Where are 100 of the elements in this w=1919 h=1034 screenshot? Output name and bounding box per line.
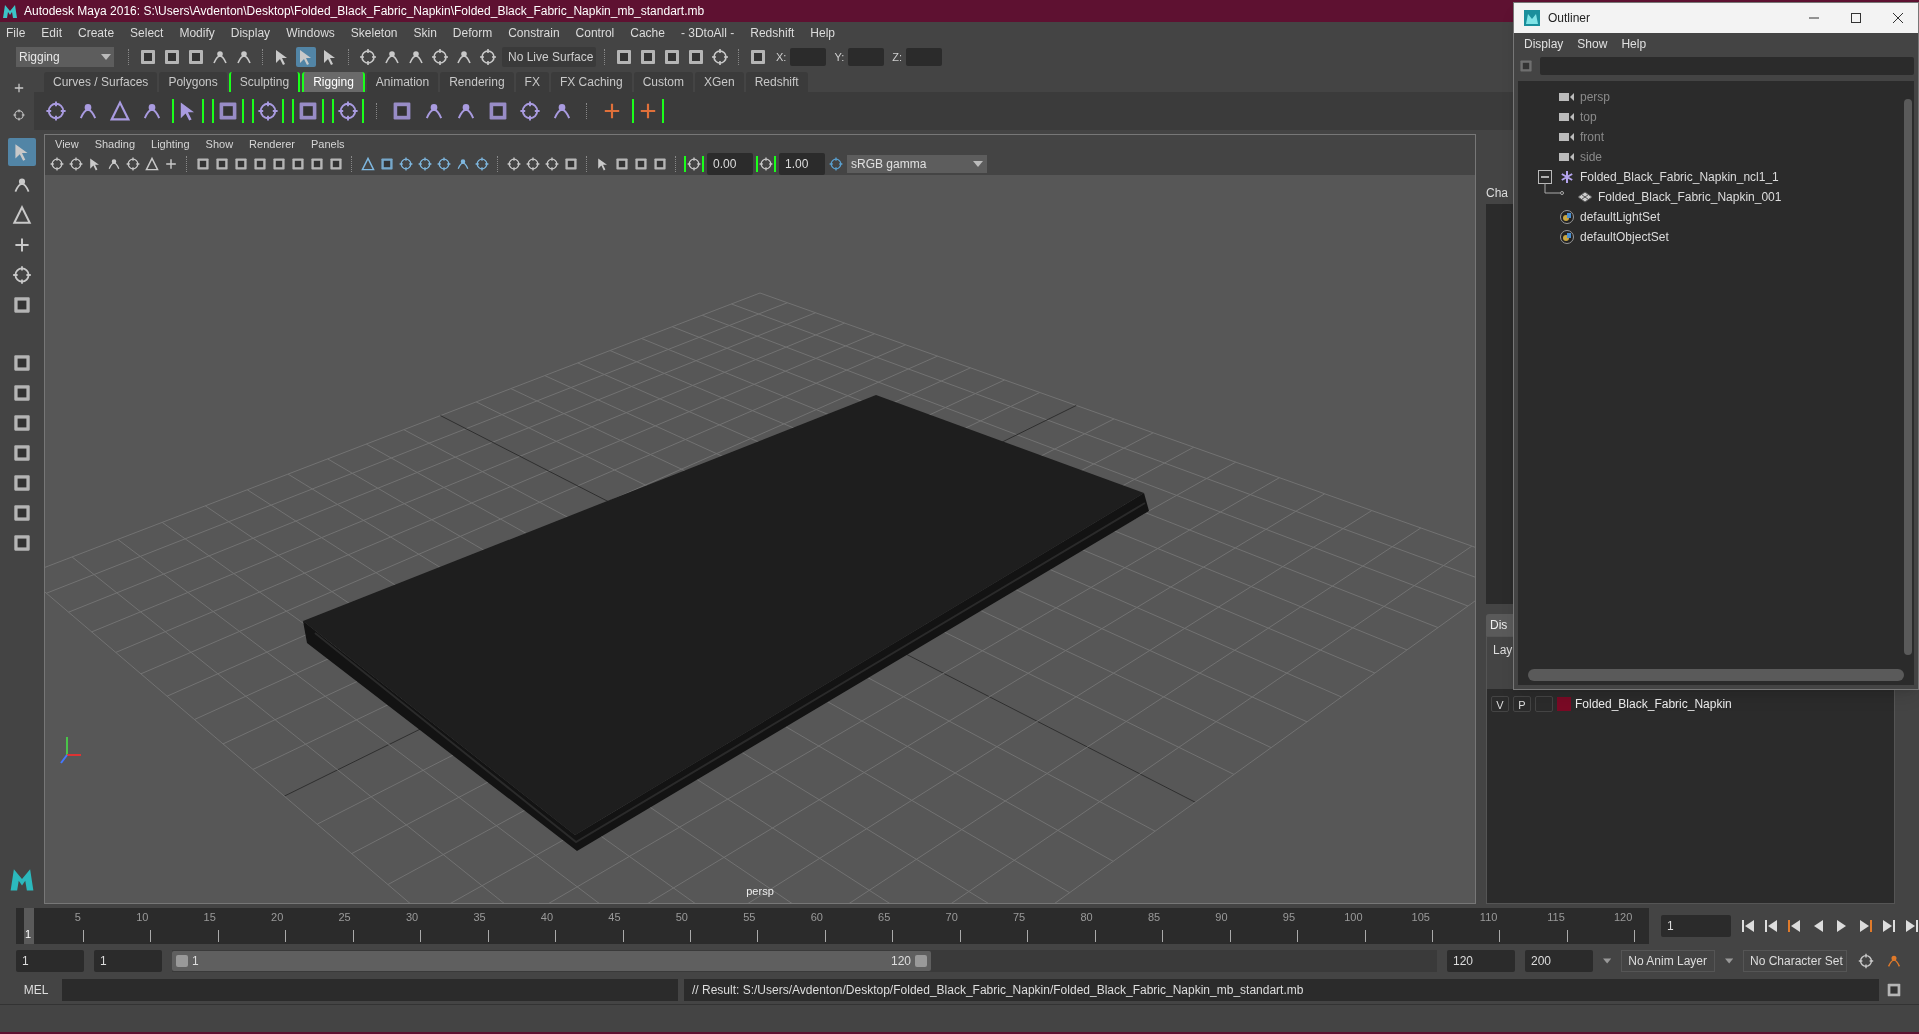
camera-tool-icon[interactable] bbox=[163, 156, 179, 172]
shading-icon[interactable] bbox=[379, 156, 395, 172]
menu-item[interactable]: Control bbox=[575, 24, 615, 42]
color-space-dropdown[interactable]: sRGB gamma bbox=[847, 155, 987, 173]
shelf-tab[interactable]: FX Caching bbox=[550, 72, 632, 92]
view-toggle-icon[interactable] bbox=[214, 156, 230, 172]
outliner-item[interactable]: Folded_Black_Fabric_Napkin_001 bbox=[1598, 188, 1782, 206]
playhead[interactable] bbox=[24, 908, 34, 944]
menu-item[interactable]: Display bbox=[1524, 35, 1564, 53]
view-toggle-icon[interactable] bbox=[271, 156, 287, 172]
viewport-menu[interactable]: Renderer bbox=[249, 135, 295, 153]
layout-icon[interactable] bbox=[11, 532, 33, 554]
menu-item[interactable]: Help bbox=[810, 24, 835, 42]
display-icon[interactable] bbox=[506, 156, 522, 172]
caret-icon[interactable] bbox=[1603, 958, 1612, 964]
shelf-tool-icon[interactable] bbox=[256, 99, 280, 123]
viewport-menu[interactable]: Lighting bbox=[151, 135, 190, 153]
gamma-field[interactable]: 1.00 bbox=[779, 153, 825, 175]
menu-item[interactable]: Skin bbox=[413, 24, 437, 42]
search-field[interactable] bbox=[1540, 57, 1914, 75]
exposure-field[interactable]: 0.00 bbox=[707, 153, 753, 175]
menu-item[interactable]: Cache bbox=[630, 24, 665, 42]
shading-icon[interactable] bbox=[474, 156, 490, 172]
viewport-menu[interactable]: Shading bbox=[94, 135, 136, 153]
shading-icon[interactable] bbox=[360, 156, 376, 172]
channel-box-tab[interactable]: Cha bbox=[1486, 184, 1508, 204]
outliner-item[interactable]: defaultObjectSet bbox=[1580, 228, 1669, 246]
command-input[interactable] bbox=[62, 979, 678, 1001]
transform-tool-icon[interactable] bbox=[11, 204, 33, 226]
menu-item[interactable]: Display bbox=[230, 24, 271, 42]
tool-icon[interactable] bbox=[138, 47, 158, 67]
layout-icon[interactable] bbox=[11, 502, 33, 524]
end-frame-field[interactable]: 200 bbox=[1525, 950, 1593, 972]
visibility-toggle[interactable]: V bbox=[1491, 696, 1509, 712]
horizontal-scrollbar[interactable] bbox=[1528, 669, 1904, 681]
display-icon[interactable] bbox=[544, 156, 560, 172]
coordinate-field[interactable] bbox=[790, 48, 827, 66]
camera-tool-icon[interactable] bbox=[106, 156, 122, 172]
layout-icon[interactable] bbox=[11, 442, 33, 464]
shelf-tab[interactable]: Redshift bbox=[745, 72, 808, 92]
shelf-tool-icon[interactable] bbox=[518, 99, 542, 123]
viewport-menu[interactable]: Show bbox=[205, 135, 234, 153]
camera-tool-icon[interactable] bbox=[125, 156, 141, 172]
layout-icon[interactable] bbox=[11, 412, 33, 434]
isolate-icon[interactable] bbox=[633, 156, 649, 172]
view-toggle-icon[interactable] bbox=[290, 156, 306, 172]
display-tab[interactable]: Dis bbox=[1486, 614, 1513, 636]
range-handle[interactable] bbox=[176, 955, 188, 967]
menu-item[interactable]: File bbox=[6, 24, 26, 42]
caret-icon[interactable] bbox=[1724, 958, 1733, 964]
tool-icon[interactable] bbox=[478, 47, 498, 67]
viewport[interactable]: persp bbox=[45, 175, 1475, 903]
menu-item[interactable]: Windows bbox=[286, 24, 335, 42]
collapse-icon[interactable] bbox=[1538, 170, 1552, 184]
view-toggle-icon[interactable] bbox=[252, 156, 268, 172]
camera-tool-icon[interactable] bbox=[144, 156, 160, 172]
viewport-menu[interactable]: View bbox=[55, 135, 79, 153]
view-toggle-icon[interactable] bbox=[328, 156, 344, 172]
character-set-dropdown[interactable]: No Character Set bbox=[1743, 950, 1847, 972]
isolate-icon[interactable] bbox=[614, 156, 630, 172]
view-toggle-icon[interactable] bbox=[309, 156, 325, 172]
layout-icon[interactable] bbox=[11, 382, 33, 404]
viewport-menu[interactable]: Panels bbox=[310, 135, 345, 153]
playback-end-field[interactable]: 120 bbox=[1447, 950, 1515, 972]
layer-name[interactable]: Folded_Black_Fabric_Napkin bbox=[1575, 695, 1732, 713]
shelf-tab[interactable]: Custom bbox=[633, 72, 693, 92]
tool-icon[interactable] bbox=[710, 47, 730, 67]
tool-icon[interactable] bbox=[162, 47, 182, 67]
menu-item[interactable]: - 3DtoAll - bbox=[680, 24, 735, 42]
start-frame-field[interactable]: 1 bbox=[16, 950, 84, 972]
transform-tool-icon[interactable] bbox=[11, 264, 33, 286]
time-slider[interactable]: 1 5 10 15 20 25 30 35 40 45 50 55 60 65 70 75 80 85 90 95 100 105 110 115 120 bbox=[16, 908, 1649, 944]
view-toggle-icon[interactable] bbox=[195, 156, 211, 172]
menu-item[interactable]: Constrain bbox=[508, 24, 560, 42]
shading-icon[interactable] bbox=[398, 156, 414, 172]
layout-icon[interactable] bbox=[11, 472, 33, 494]
camera-tool-icon[interactable] bbox=[68, 156, 84, 172]
layout-icon[interactable] bbox=[11, 352, 33, 374]
menu-set-dropdown[interactable]: Rigging bbox=[16, 47, 114, 67]
menu-item[interactable]: Skeleton bbox=[350, 24, 398, 42]
isolate-icon[interactable] bbox=[652, 156, 668, 172]
menu-item[interactable]: Create bbox=[78, 24, 115, 42]
menu-item[interactable]: Select bbox=[130, 24, 164, 42]
menu-item[interactable]: Edit bbox=[41, 24, 63, 42]
camera-tool-icon[interactable] bbox=[49, 156, 65, 172]
playback-start-field[interactable]: 1 bbox=[94, 950, 162, 972]
layer-color-swatch[interactable] bbox=[1557, 697, 1571, 711]
live-surface-field[interactable]: No Live Surface bbox=[502, 47, 596, 67]
shelf-tab[interactable]: XGen bbox=[694, 72, 744, 92]
outliner-item[interactable]: Folded_Black_Fabric_Napkin_ncl1_1 bbox=[1580, 168, 1779, 186]
layers-menu[interactable]: Lay bbox=[1493, 641, 1513, 663]
range-handle[interactable] bbox=[915, 955, 927, 967]
menu-item[interactable]: Help bbox=[1621, 35, 1647, 53]
tool-icon[interactable] bbox=[358, 47, 378, 67]
display-icon[interactable] bbox=[525, 156, 541, 172]
menu-item[interactable]: Show bbox=[1577, 35, 1608, 53]
shelf-tool-icon[interactable] bbox=[44, 99, 68, 123]
coordinate-field[interactable] bbox=[848, 48, 885, 66]
tool-icon[interactable] bbox=[614, 47, 634, 67]
menu-item[interactable]: Deform bbox=[452, 24, 493, 42]
